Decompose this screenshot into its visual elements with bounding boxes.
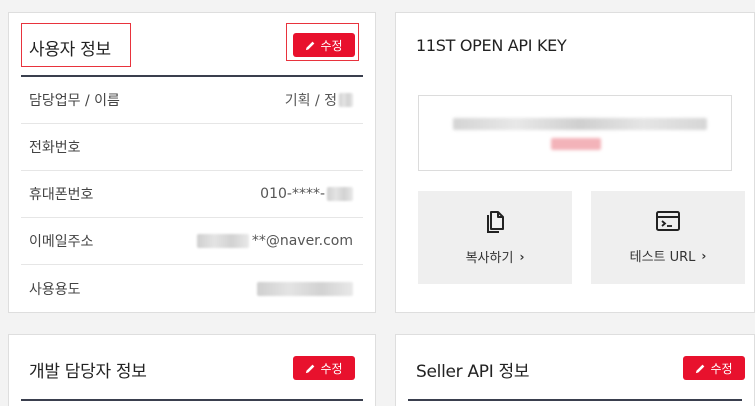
info-row-email: 이메일주소 **@naver.com — [21, 218, 363, 265]
edit-label: 수정 — [320, 361, 343, 376]
terminal-window-icon — [656, 211, 680, 231]
seller-api-edit-button[interactable]: 수정 — [683, 356, 745, 380]
masked-api-key — [453, 118, 707, 130]
row-label: 휴대폰번호 — [29, 187, 94, 203]
section-divider — [408, 399, 742, 401]
user-info-title: 사용자 정보 — [29, 40, 111, 60]
masked-value — [257, 281, 353, 296]
row-value: 기획 / 정 — [285, 90, 353, 110]
info-row-phone: 전화번호 — [21, 124, 363, 171]
masked-value — [196, 234, 249, 248]
row-label: 이메일주소 — [29, 234, 94, 250]
user-info-panel: 사용자 정보 수정 담당업무 / 이름 기획 / 정 전화번호 휴대폰번호 01… — [8, 12, 376, 313]
copy-label: 복사하기 — [465, 251, 514, 266]
info-row-mobile: 휴대폰번호 010-****- — [21, 171, 363, 218]
user-info-edit-button[interactable]: 수정 — [293, 33, 355, 57]
copy-label-wrap: 복사하기 › — [465, 247, 525, 267]
api-key-title: 11ST OPEN API KEY — [416, 36, 567, 55]
api-key-display — [418, 95, 732, 171]
chevron-right-icon: › — [519, 249, 525, 264]
pencil-icon — [306, 41, 315, 50]
edit-label: 수정 — [320, 38, 343, 53]
copy-documents-icon — [487, 211, 504, 233]
masked-value — [327, 187, 353, 201]
seller-api-panel: Seller API 정보 수정 — [395, 334, 755, 406]
row-value: **@naver.com — [196, 233, 353, 249]
test-url-label-wrap: 테스트 URL › — [629, 246, 707, 266]
copy-button[interactable]: 복사하기 › — [418, 191, 572, 284]
pencil-icon — [696, 364, 705, 373]
developer-info-title: 개발 담당자 정보 — [29, 362, 147, 382]
api-key-panel: 11ST OPEN API KEY 복사하기 › 테스트 URL › — [395, 12, 755, 313]
edit-label: 수정 — [710, 361, 733, 376]
row-label: 전화번호 — [29, 140, 81, 156]
row-value — [257, 281, 353, 296]
test-url-label: 테스트 URL — [629, 250, 696, 265]
info-row-usage: 사용용도 — [21, 265, 363, 312]
mobile-value: 010-****- — [260, 186, 325, 202]
pencil-icon — [306, 364, 315, 373]
developer-info-panel: 개발 담당자 정보 수정 — [8, 334, 376, 406]
masked-api-key-highlight — [551, 138, 601, 150]
masked-value — [339, 93, 353, 107]
email-value: **@naver.com — [251, 233, 353, 249]
row-label: 담당업무 / 이름 — [29, 93, 120, 109]
row-label: 사용용도 — [29, 281, 81, 298]
role-name-value: 기획 / 정 — [284, 93, 337, 109]
chevron-right-icon: › — [701, 248, 707, 263]
section-divider — [21, 399, 363, 401]
row-value: 010-****- — [260, 186, 353, 202]
developer-info-edit-button[interactable]: 수정 — [293, 356, 355, 380]
test-url-button[interactable]: 테스트 URL › — [591, 191, 745, 284]
info-row-role-name: 담당업무 / 이름 기획 / 정 — [21, 77, 363, 124]
seller-api-title: Seller API 정보 — [416, 362, 530, 382]
